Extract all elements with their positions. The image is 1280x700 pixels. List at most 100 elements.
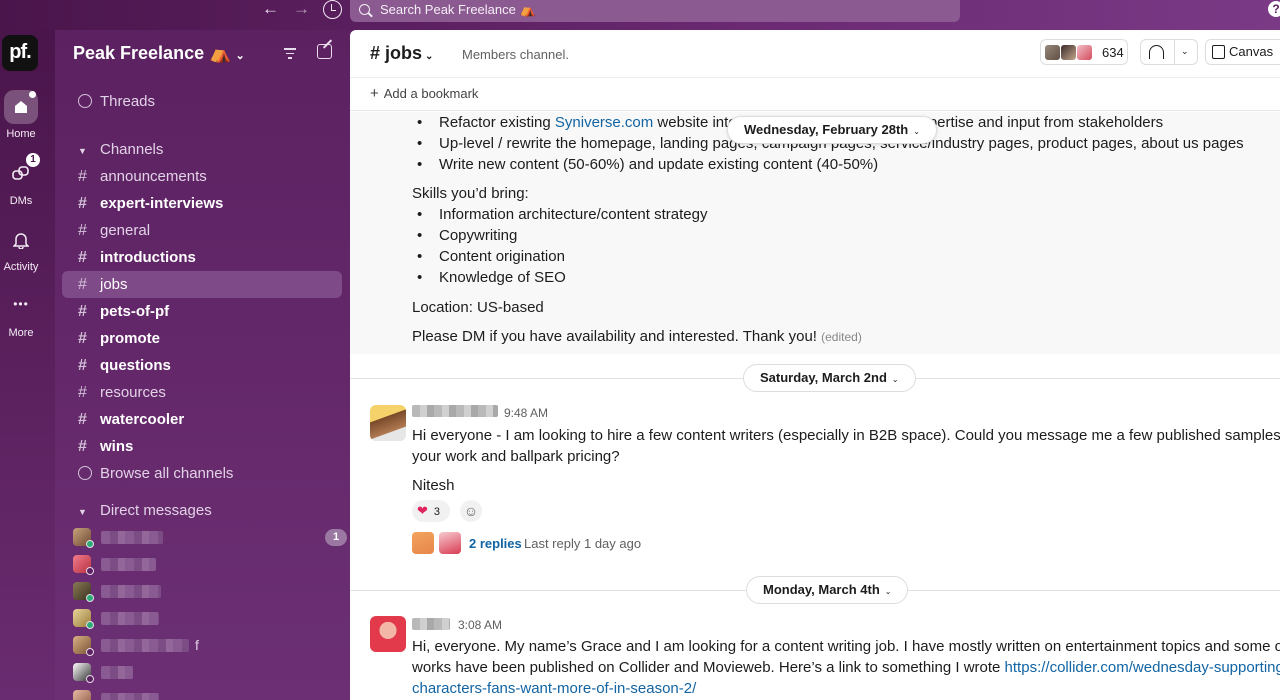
dm-item[interactable]	[73, 690, 343, 700]
huddle-button[interactable]: ⌄	[1140, 39, 1198, 65]
message-text: Location: US-based	[412, 299, 544, 316]
sidebar-item-expert-interviews[interactable]: # expert-interviews	[62, 190, 342, 217]
thread-replies-link[interactable]: 2 replies	[469, 536, 522, 551]
channel-view: # jobs ⌄ Members channel. 634 ⌄ Canvas + A…	[350, 30, 1280, 700]
date-pill[interactable]: Monday, March 4th ⌄	[746, 576, 909, 604]
avatar	[1076, 44, 1093, 61]
search-icon	[359, 4, 370, 15]
history-icon[interactable]	[323, 0, 342, 19]
status-dot	[86, 648, 94, 656]
channel-sidebar: Peak Freelance ⛺ ⌄ Threads ▼ Channels # ann…	[55, 30, 350, 700]
sidebar-item-browse-channels[interactable]: Browse all channels	[62, 460, 342, 487]
message-list: Refactor existing Syniverse.com website …	[350, 112, 1280, 700]
back-arrow-icon[interactable]: ←	[262, 0, 279, 20]
message-bullet: Information architecture/content strateg…	[417, 205, 708, 225]
browse-label: Browse all channels	[100, 465, 234, 482]
sticky-date-pill[interactable]: Wednesday, February 28th ⌄	[727, 116, 937, 144]
dm-item[interactable]	[73, 663, 343, 683]
message-timestamp[interactable]: 9:48 AM	[504, 406, 548, 420]
reaction-heart[interactable]: ❤ 3	[412, 500, 450, 522]
chevron-down-icon: ⌄	[235, 50, 245, 62]
message-timestamp[interactable]: 3:08 AM	[458, 618, 502, 632]
channels-section-header[interactable]: ▼ Channels	[62, 136, 342, 163]
rail-more[interactable]: ••• More	[0, 289, 42, 339]
channel-label: promote	[100, 330, 160, 347]
status-dot	[86, 594, 94, 602]
workspace-logo[interactable]: pf.	[2, 35, 38, 71]
rail-activity[interactable]: Activity	[0, 223, 42, 273]
message-text: Hi, everyone. My name’s Grace and I am l…	[412, 638, 1280, 655]
dms-icon	[12, 166, 29, 180]
avatar	[73, 690, 91, 700]
collider-link[interactable]: characters-fans-want-more-of-in-season-2…	[412, 680, 696, 697]
canvas-button[interactable]: Canvas	[1205, 39, 1280, 65]
message-text: Hi everyone - I am looking to hire a few…	[412, 427, 1280, 444]
channel-label: introductions	[100, 249, 196, 266]
author-name-redacted[interactable]	[412, 405, 498, 417]
date-pill[interactable]: Saturday, March 2nd ⌄	[743, 364, 916, 392]
add-bookmark-button[interactable]: + Add a bookmark	[350, 77, 1280, 111]
collider-link[interactable]: https://collider.com/wednesday-supportin…	[1005, 659, 1280, 676]
dm-item[interactable]	[73, 555, 343, 575]
sidebar-item-questions[interactable]: # questions	[62, 352, 342, 379]
search-input[interactable]: Search Peak Freelance ⛺	[350, 0, 960, 22]
filter-icon[interactable]	[284, 48, 296, 62]
sidebar-item-threads[interactable]: Threads	[62, 88, 342, 115]
sidebar-item-watercooler[interactable]: # watercooler	[62, 406, 342, 433]
message-text: your work and ballpark pricing?	[412, 448, 620, 465]
add-reaction-icon[interactable]: ☺	[460, 500, 482, 522]
compose-icon[interactable]	[317, 44, 332, 59]
workspace-name[interactable]: Peak Freelance ⛺ ⌄	[73, 43, 245, 64]
hash-icon: #	[78, 195, 87, 212]
chevron-down-icon: ⌄	[884, 587, 892, 596]
hash-icon: #	[78, 222, 87, 239]
dms-badge: 1	[26, 153, 40, 167]
status-dot	[86, 621, 94, 629]
dm-unread-badge: 1	[325, 529, 347, 546]
dm-item[interactable]	[73, 609, 343, 629]
channel-label: expert-interviews	[100, 195, 224, 212]
caret-down-icon: ▼	[78, 146, 87, 156]
sidebar-item-pets-of-pf[interactable]: # pets-of-pf	[62, 298, 342, 325]
chevron-down-icon[interactable]: ⌄	[1181, 46, 1189, 57]
sidebar-item-introductions[interactable]: # introductions	[62, 244, 342, 271]
dm-item[interactable]: f	[73, 636, 343, 656]
search-placeholder: Search Peak Freelance ⛺	[380, 2, 536, 17]
status-dot	[86, 540, 94, 548]
last-reply-text: Last reply 1 day ago	[524, 536, 642, 551]
channel-label: jobs	[100, 276, 128, 293]
channels-header-label: Channels	[100, 141, 164, 158]
forward-arrow-icon[interactable]: →	[293, 0, 310, 20]
hash-icon: #	[78, 276, 87, 293]
channel-title[interactable]: # jobs ⌄	[370, 43, 433, 64]
sidebar-item-wins[interactable]: # wins	[62, 433, 342, 460]
sidebar-item-announcements[interactable]: # announcements	[62, 163, 342, 190]
dm-name-redacted	[101, 585, 161, 598]
dm-item[interactable]	[73, 582, 343, 602]
headphones-icon	[1149, 45, 1164, 59]
chevron-down-icon: ⌄	[891, 375, 899, 384]
dm-section-header[interactable]: ▼ Direct messages	[62, 497, 342, 524]
avatar[interactable]	[370, 616, 406, 652]
message-bullet: Refactor existing Syniverse.com website …	[417, 113, 746, 133]
author-name-redacted[interactable]	[412, 618, 450, 630]
dm-name-redacted	[101, 612, 159, 625]
sidebar-item-promote[interactable]: # promote	[62, 325, 342, 352]
chevron-down-icon: ⌄	[425, 51, 434, 62]
sidebar-item-resources[interactable]: # resources	[62, 379, 342, 406]
sidebar-item-general[interactable]: # general	[62, 217, 342, 244]
avatar[interactable]	[370, 405, 406, 441]
dm-name-redacted	[101, 693, 159, 700]
members-button[interactable]: 634	[1040, 39, 1128, 65]
dm-item[interactable]: 1	[73, 528, 347, 548]
help-icon[interactable]: ?	[1268, 1, 1280, 17]
hash-icon: #	[78, 357, 87, 374]
rail-home[interactable]: Home	[0, 90, 42, 140]
hash-icon: #	[78, 438, 87, 455]
syniverse-link[interactable]: Syniverse.com	[555, 114, 653, 131]
message-text: works have been published on Collider an…	[412, 658, 1280, 678]
rail-dms[interactable]: 1 DMs	[0, 153, 42, 207]
avatar	[1044, 44, 1061, 61]
canvas-icon	[1212, 45, 1225, 59]
sidebar-item-jobs[interactable]: # jobs	[62, 271, 342, 298]
